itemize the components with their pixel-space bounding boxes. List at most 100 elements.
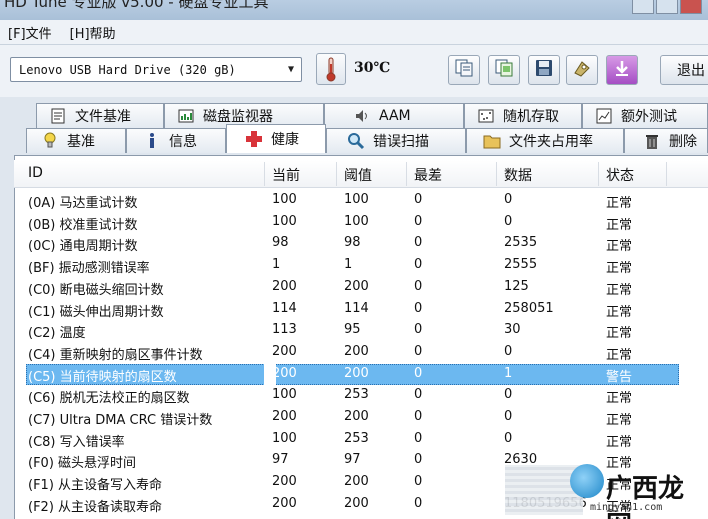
table-row[interactable]: (C7) Ultra DMA CRC 错误计数 200 200 0 0 正常 xyxy=(14,407,708,429)
minimize-button[interactable] xyxy=(632,0,654,14)
cell-current: 100 xyxy=(272,192,297,207)
download-button[interactable] xyxy=(606,55,638,85)
tab-label: 基准 xyxy=(67,134,95,150)
tab-error-scan[interactable]: 错误扫描 xyxy=(326,128,466,153)
speaker-icon xyxy=(353,107,371,125)
copy-screen-icon xyxy=(494,58,514,82)
cell-current: 100 xyxy=(272,213,297,229)
maximize-button[interactable] xyxy=(656,0,678,14)
cell-worst: 0 xyxy=(414,235,423,251)
table-row[interactable]: (C6) 脱机无法校正的扇区数 100 253 0 0 正常 xyxy=(14,385,708,407)
cell-id: (F2) 从主设备读取寿命 xyxy=(28,499,163,515)
cell-data: 2535 xyxy=(504,235,538,251)
cell-status: 正常 xyxy=(606,217,633,233)
cell-threshold: 98 xyxy=(344,235,361,251)
cell-current: 200 xyxy=(272,343,297,359)
cell-worst: 0 xyxy=(414,430,423,446)
cell-worst: 0 xyxy=(414,300,423,316)
cell-status: 正常 xyxy=(606,261,633,277)
cell-worst: 0 xyxy=(414,192,423,207)
close-button[interactable] xyxy=(680,0,702,14)
cell-threshold: 200 xyxy=(344,495,369,511)
tab-info[interactable]: 信息 xyxy=(126,128,226,153)
cell-current: 113 xyxy=(272,322,297,338)
tab-label: 健康 xyxy=(271,132,299,148)
download-icon xyxy=(612,58,632,82)
watermark-url: mingyan1.com xyxy=(590,502,663,513)
watermark: 广西龙网 mingyan1.com xyxy=(556,462,706,519)
tab-label: 文件夹占用率 xyxy=(509,134,593,150)
cell-status: 警告 xyxy=(606,369,633,385)
tab-label: 删除 xyxy=(669,134,697,150)
copy-text-button[interactable] xyxy=(448,55,480,85)
cell-threshold: 95 xyxy=(344,322,361,338)
cell-id: (C1) 磁头伸出周期计数 xyxy=(28,304,164,320)
column-header-worst[interactable]: 最差 xyxy=(414,165,442,185)
cell-threshold: 200 xyxy=(344,409,369,424)
cell-id: (C6) 脱机无法校正的扇区数 xyxy=(28,391,190,407)
table-row[interactable]: (C1) 磁头伸出周期计数 114 114 0 258051 正常 xyxy=(14,299,708,321)
tab-folder-usage[interactable]: 文件夹占用率 xyxy=(466,128,624,153)
drive-select[interactable]: Lenovo USB Hard Drive (320 gB) ▼ xyxy=(10,57,302,82)
cell-id: (BF) 振动感测错误率 xyxy=(28,261,150,277)
exit-button-label: 退出 xyxy=(677,63,705,79)
cell-current: 98 xyxy=(272,235,289,251)
column-header-threshold[interactable]: 阈值 xyxy=(344,165,372,185)
tab-extra-tests[interactable]: 额外测试 xyxy=(582,103,708,128)
folder-usage-icon xyxy=(483,132,501,150)
table-row[interactable]: (0C) 通电周期计数 98 98 0 2535 正常 xyxy=(14,233,708,255)
chevron-down-icon[interactable]: ▼ xyxy=(281,58,301,81)
smart-table-header: ID 当前 阈值 最差 数据 状态 xyxy=(14,160,708,188)
table-row[interactable]: (C2) 温度 113 95 0 30 正常 xyxy=(14,320,708,342)
table-row[interactable]: (0A) 马达重试计数 100 100 0 0 正常 xyxy=(14,190,708,212)
cell-current: 100 xyxy=(272,387,297,403)
table-row[interactable]: (BF) 振动感测错误率 1 1 0 2555 正常 xyxy=(14,255,708,277)
benchmark-icon xyxy=(41,132,59,150)
tab-label: 随机存取 xyxy=(503,109,559,125)
exit-button[interactable]: 退出 xyxy=(660,55,708,85)
cell-id: (C7) Ultra DMA CRC 错误计数 xyxy=(28,413,213,428)
menu-file[interactable]: [F]文件 xyxy=(8,23,52,42)
cell-id: (C2) 温度 xyxy=(28,326,86,342)
cell-data: 125 xyxy=(504,278,529,294)
tab-erase[interactable]: 删除 xyxy=(624,128,708,153)
copy-screen-button[interactable] xyxy=(488,55,520,85)
options-button[interactable] xyxy=(566,55,598,85)
column-header-current[interactable]: 当前 xyxy=(272,165,300,185)
table-row[interactable]: (C0) 断电磁头缩回计数 200 200 0 125 正常 xyxy=(14,277,708,299)
cell-id: (F1) 从主设备写入寿命 xyxy=(28,478,163,494)
drive-select-value: Lenovo USB Hard Drive (320 gB) xyxy=(19,62,236,77)
table-row[interactable]: (C8) 写入错误率 100 253 0 0 正常 xyxy=(14,429,708,451)
column-header-id[interactable]: ID xyxy=(28,165,43,181)
save-button[interactable] xyxy=(528,55,560,85)
info-icon xyxy=(143,132,161,150)
tab-health[interactable]: 健康 xyxy=(226,124,326,153)
cell-threshold: 1 xyxy=(344,257,353,273)
cell-current: 1 xyxy=(272,257,281,273)
cell-worst: 0 xyxy=(414,213,423,229)
column-header-status[interactable]: 状态 xyxy=(606,165,634,185)
column-header-data[interactable]: 数据 xyxy=(504,165,532,185)
cell-worst: 0 xyxy=(414,387,423,403)
cell-status: 正常 xyxy=(606,239,633,255)
cell-status: 正常 xyxy=(606,434,633,450)
cell-data: 30 xyxy=(504,322,521,338)
error-scan-icon xyxy=(347,132,365,150)
table-row[interactable]: (C5) 当前待映射的扇区数 200 200 0 1 警告 xyxy=(14,363,708,386)
tab-file-benchmark[interactable]: 文件基准 xyxy=(36,103,164,128)
menu-help[interactable]: [H]帮助 xyxy=(70,23,116,42)
tab-random-access[interactable]: 随机存取 xyxy=(464,103,582,128)
cell-data: 258051 xyxy=(504,300,554,316)
cell-data: 0 xyxy=(504,409,513,424)
cell-status: 正常 xyxy=(606,304,633,320)
cell-threshold: 100 xyxy=(344,213,369,229)
cell-worst: 0 xyxy=(414,322,423,338)
cell-threshold: 200 xyxy=(344,365,369,381)
tab-aam[interactable]: AAM xyxy=(324,103,464,128)
tab-benchmark[interactable]: 基准 xyxy=(26,128,126,153)
table-row[interactable]: (C4) 重新映射的扇区事件计数 200 200 0 0 正常 xyxy=(14,342,708,364)
cell-id: (C5) 当前待映射的扇区数 xyxy=(28,369,177,385)
erase-icon xyxy=(643,132,661,150)
table-row[interactable]: (0B) 校准重试计数 100 100 0 0 正常 xyxy=(14,212,708,234)
cell-threshold: 253 xyxy=(344,430,369,446)
